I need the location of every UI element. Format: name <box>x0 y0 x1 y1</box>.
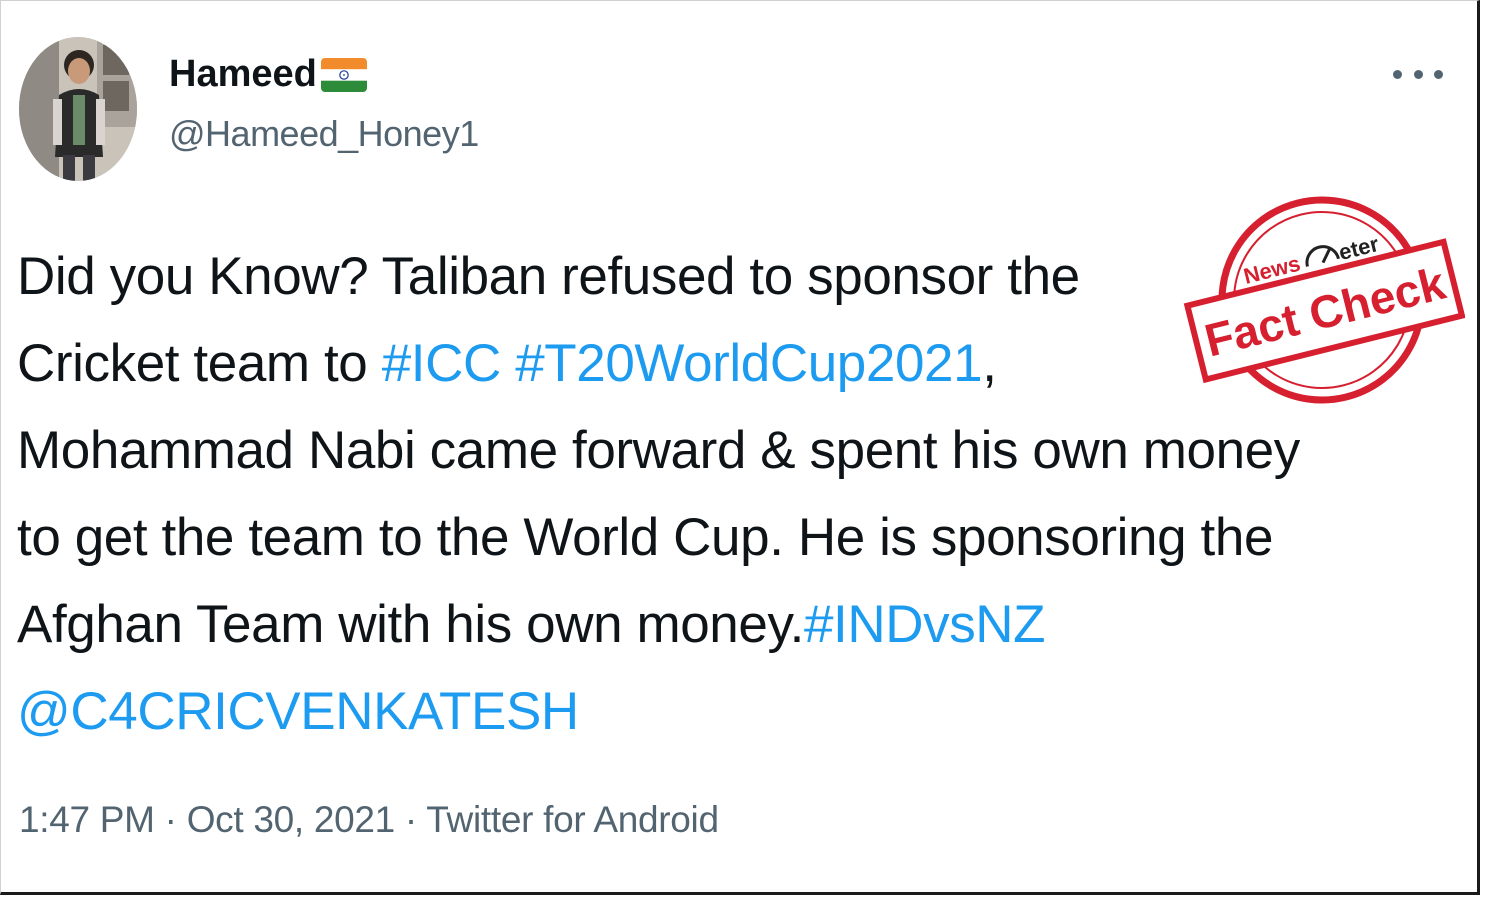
mention-link[interactable]: @C4CRICVENKATESH <box>17 682 579 741</box>
meta-separator: · <box>394 799 427 840</box>
avatar[interactable] <box>19 37 137 181</box>
tweet-text-segment: Afghan Team with his own money. <box>17 595 804 654</box>
tweet-text-segment: Mohammad Nabi came forward & spent his o… <box>17 421 1300 480</box>
tweet-text-line: Mohammad Nabi came forward & spent his o… <box>17 407 1457 494</box>
india-flag-icon <box>320 57 367 92</box>
tweet-date[interactable]: Oct 30, 2021 <box>187 799 396 840</box>
tweet-text-segment: , <box>982 334 997 393</box>
tweet-text-segment: Did you Know? Taliban refused to sponsor… <box>17 247 1080 306</box>
hashtag-link[interactable]: #INDvsNZ <box>804 595 1046 654</box>
tweet-meta: 1:47 PM · Oct 30, 2021 · Twitter for And… <box>19 799 719 841</box>
tweet-text-segment: Cricket team to <box>17 334 382 393</box>
author-name[interactable]: Hameed <box>169 53 367 96</box>
author-handle[interactable]: @Hameed_Honey1 <box>169 113 479 155</box>
meta-separator: · <box>154 799 187 840</box>
fact-check-stamp: News eter Fact Check <box>1180 188 1466 413</box>
tweet-text-segment: to get the team to the World Cup. He is … <box>17 508 1274 567</box>
avatar-photo <box>19 37 137 181</box>
hashtag-link[interactable]: #T20WorldCup2021 <box>515 334 982 393</box>
tweet-text-line: @C4CRICVENKATESH <box>17 668 1457 755</box>
author-display-name[interactable]: Hameed <box>169 53 317 96</box>
tweet-text-line: to get the team to the World Cup. He is … <box>17 494 1457 581</box>
more-options-icon[interactable] <box>1393 59 1443 89</box>
tweet-card: Hameed @Hameed_Honey1 Did you Know? Tali… <box>0 0 1480 895</box>
tweet-text-segment <box>501 334 515 393</box>
tweet-text-line: Afghan Team with his own money.#INDvsNZ <box>17 581 1457 668</box>
tweet-time[interactable]: 1:47 PM <box>19 799 155 840</box>
hashtag-link[interactable]: #ICC <box>382 334 502 393</box>
tweet-source[interactable]: Twitter for Android <box>426 799 719 840</box>
